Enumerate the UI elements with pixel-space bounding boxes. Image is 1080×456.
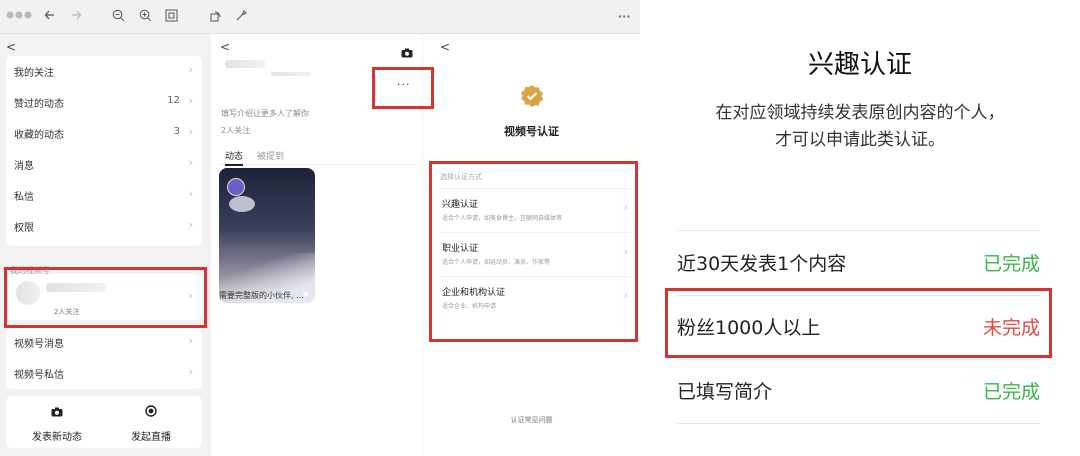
- content-tabs: 动态 被提到: [219, 147, 415, 166]
- back-button[interactable]: <: [440, 40, 450, 54]
- channel-name: [225, 60, 265, 68]
- menu-item-private-messages[interactable]: 私信 ›: [6, 180, 202, 211]
- screenshot-root: ··· < 我的关注 › 赞过的动态 12 › 收藏的动态 3 › 消息 › 私…: [0, 0, 1080, 456]
- highlight-box-options: [429, 161, 638, 342]
- menu-item-label: 消息: [14, 161, 34, 172]
- description-line: 在对应领域持续发表原创内容的个人，: [715, 103, 1005, 123]
- action-label: 发表新动态: [32, 432, 82, 443]
- tab-mentions[interactable]: 被提到: [257, 149, 284, 162]
- chevron-right-icon: ›: [188, 187, 193, 200]
- start-live-button[interactable]: 发起直播: [106, 402, 196, 443]
- chevron-right-icon: ›: [188, 63, 193, 76]
- avatar: [227, 178, 245, 196]
- back-button[interactable]: <: [6, 40, 16, 54]
- highlight-box-more: [372, 67, 434, 109]
- more-icon[interactable]: ···: [618, 9, 631, 25]
- menu-item-favorites[interactable]: 收藏的动态 3 ›: [6, 118, 202, 149]
- highlight-box-channel: [4, 267, 207, 328]
- action-label: 发起直播: [131, 432, 171, 443]
- chevron-right-icon: ›: [188, 218, 193, 231]
- menu-item-label: 收藏的动态: [14, 130, 64, 141]
- chevron-right-icon: ›: [188, 334, 193, 347]
- requirement-posts: 近30天发表1个内容 已完成: [677, 232, 1040, 296]
- page-title: 视频号认证: [504, 125, 559, 138]
- tools-icon[interactable]: [235, 9, 248, 27]
- cloud-shape: [229, 196, 255, 212]
- chevron-right-icon: ›: [188, 125, 193, 138]
- back-icon[interactable]: [44, 9, 56, 26]
- zoom-in-icon[interactable]: [139, 9, 152, 27]
- menu-item-channel-messages[interactable]: 视频号消息 ›: [6, 327, 202, 358]
- camera-icon: [12, 402, 102, 421]
- menu-item-label: 私信: [14, 192, 34, 203]
- chevron-right-icon: ›: [188, 156, 193, 169]
- profile-menu: 我的关注 › 赞过的动态 12 › 收藏的动态 3 › 消息 › 私信 › 权限…: [6, 56, 202, 246]
- requirement-label: 已填写简介: [677, 381, 773, 403]
- profile-intro[interactable]: 填写介绍让更多人了解你: [221, 108, 309, 119]
- menu-item-label: 视频号消息: [14, 339, 64, 350]
- page-description: 在对应领域持续发表原创内容的个人， 才可以申请此类认证。: [640, 100, 1080, 154]
- fit-icon[interactable]: [165, 9, 178, 27]
- app-screenshots: ··· < 我的关注 › 赞过的动态 12 › 收藏的动态 3 › 消息 › 私…: [0, 0, 640, 456]
- viewer-toolbar: ···: [0, 0, 640, 34]
- menu-item-messages[interactable]: 消息 ›: [6, 149, 202, 180]
- menu-item-permissions[interactable]: 权限 ›: [6, 211, 202, 242]
- verified-badge-icon: [520, 84, 544, 112]
- requirement-label: 近30天发表1个内容: [677, 253, 847, 275]
- camera-icon[interactable]: [401, 43, 413, 62]
- menu-item-label: 赞过的动态: [14, 99, 64, 110]
- window-controls[interactable]: [6, 9, 32, 25]
- chevron-right-icon: ›: [188, 365, 193, 378]
- menu-item-label: 我的关注: [14, 68, 54, 79]
- interest-verification-page: 兴趣认证 在对应领域持续发表原创内容的个人， 才可以申请此类认证。 近30天发表…: [640, 0, 1080, 456]
- back-button[interactable]: <: [220, 40, 230, 54]
- liked-count: 12: [167, 95, 180, 106]
- post-new-button[interactable]: 发表新动态: [12, 402, 102, 443]
- status-badge: 已完成: [982, 253, 1040, 275]
- menu-item-liked[interactable]: 赞过的动态 12 ›: [6, 87, 202, 118]
- menu-item-channel-dm[interactable]: 视频号私信 ›: [6, 358, 202, 389]
- faq-link[interactable]: 认证常见问题: [423, 415, 640, 425]
- live-icon: [106, 402, 196, 421]
- video-caption: 需要完整版的小伙伴, ...: [219, 291, 304, 300]
- channel-id: [271, 72, 311, 76]
- description-line: 才可以申请此类认证。: [775, 130, 945, 150]
- menu-item-following[interactable]: 我的关注 ›: [6, 56, 202, 87]
- profile-panel: < 我的关注 › 赞过的动态 12 › 收藏的动态 3 › 消息 › 私信 › …: [0, 34, 210, 456]
- status-badge: 已完成: [982, 381, 1040, 403]
- action-bar: 发表新动态 发起直播: [6, 396, 202, 448]
- zoom-out-icon[interactable]: [112, 9, 125, 27]
- requirement-bio: 已填写简介 已完成: [677, 360, 1040, 424]
- page-title: 兴趣认证: [807, 50, 912, 80]
- chevron-right-icon: ›: [188, 94, 193, 107]
- follower-count: 2人关注: [221, 126, 251, 135]
- forward-icon[interactable]: [70, 9, 82, 26]
- tab-posts[interactable]: 动态: [225, 149, 244, 166]
- channel-menu: 视频号消息 › 视频号私信 ›: [6, 327, 202, 389]
- video-thumbnail[interactable]: ◉: [219, 168, 315, 303]
- divider: [677, 230, 1040, 231]
- highlight-box-followers: [665, 288, 1052, 358]
- favorites-count: 3: [173, 126, 180, 137]
- menu-item-label: 权限: [14, 223, 34, 234]
- menu-item-label: 视频号私信: [14, 370, 64, 381]
- rotate-icon[interactable]: [209, 9, 222, 27]
